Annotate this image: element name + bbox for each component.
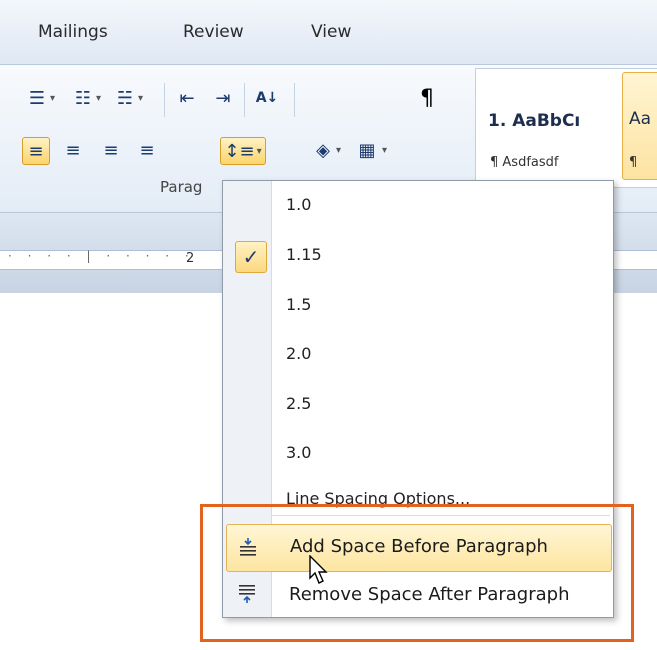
increase-indent-icon[interactable]: ⇥ — [210, 85, 236, 111]
tab-mailings[interactable]: Mailings — [38, 22, 108, 42]
style-preview: Aa — [629, 109, 652, 129]
menu-item-1-15[interactable]: 1.15 — [272, 235, 610, 275]
sort-icon[interactable]: A↓ — [254, 85, 280, 111]
ruler-ticks: · · · · | · · · · · — [8, 249, 195, 263]
menu-item-3-0[interactable]: 3.0 — [272, 433, 610, 473]
line-spacing-button[interactable]: ↕≡ ▾ — [220, 137, 266, 165]
checkmark-icon: ✓ — [235, 241, 267, 273]
tab-review[interactable]: Review — [183, 22, 244, 42]
divider — [164, 83, 165, 117]
style-name: ¶ Asdfasdf — [490, 155, 559, 170]
multilevel-dropdown-icon[interactable]: ▾ — [138, 93, 143, 104]
style-heading-preview[interactable]: 1. AaBbCı — [488, 111, 580, 131]
highlight-frame — [200, 504, 634, 642]
menu-item-1-5[interactable]: 1.5 — [272, 285, 610, 325]
ribbon-tabs: Mailings Review View — [0, 0, 657, 65]
shading-dropdown-icon[interactable]: ▾ — [336, 145, 341, 156]
justify-icon[interactable]: ≡ — [134, 137, 160, 163]
divider — [244, 83, 245, 117]
bullets-icon[interactable]: ☰ — [24, 85, 50, 111]
paragraph-group-label: Parag — [160, 178, 203, 196]
decrease-indent-icon[interactable]: ⇤ — [174, 85, 200, 111]
show-hide-paragraph-icon[interactable]: ¶ — [414, 85, 440, 111]
divider — [294, 83, 295, 117]
borders-dropdown-icon[interactable]: ▾ — [382, 145, 387, 156]
bullets-dropdown-icon[interactable]: ▾ — [50, 93, 55, 104]
align-left-icon[interactable]: ≡ — [22, 137, 50, 165]
style-name: ¶ — [629, 155, 638, 170]
menu-item-1-0[interactable]: 1.0 — [272, 185, 610, 225]
align-right-icon[interactable]: ≡ — [98, 137, 124, 163]
menu-item-2-5[interactable]: 2.5 — [272, 384, 610, 424]
shading-icon[interactable]: ◈ — [310, 137, 336, 163]
align-center-icon[interactable]: ≡ — [60, 137, 86, 163]
style-selected[interactable]: Aa ¶ — [622, 72, 657, 180]
numbering-icon[interactable]: ☷ — [70, 85, 96, 111]
tab-view[interactable]: View — [311, 22, 351, 42]
multilevel-list-icon[interactable]: ☵ — [112, 85, 138, 111]
numbering-dropdown-icon[interactable]: ▾ — [96, 93, 101, 104]
menu-item-2-0[interactable]: 2.0 — [272, 334, 610, 374]
borders-icon[interactable]: ▦ — [354, 137, 380, 163]
